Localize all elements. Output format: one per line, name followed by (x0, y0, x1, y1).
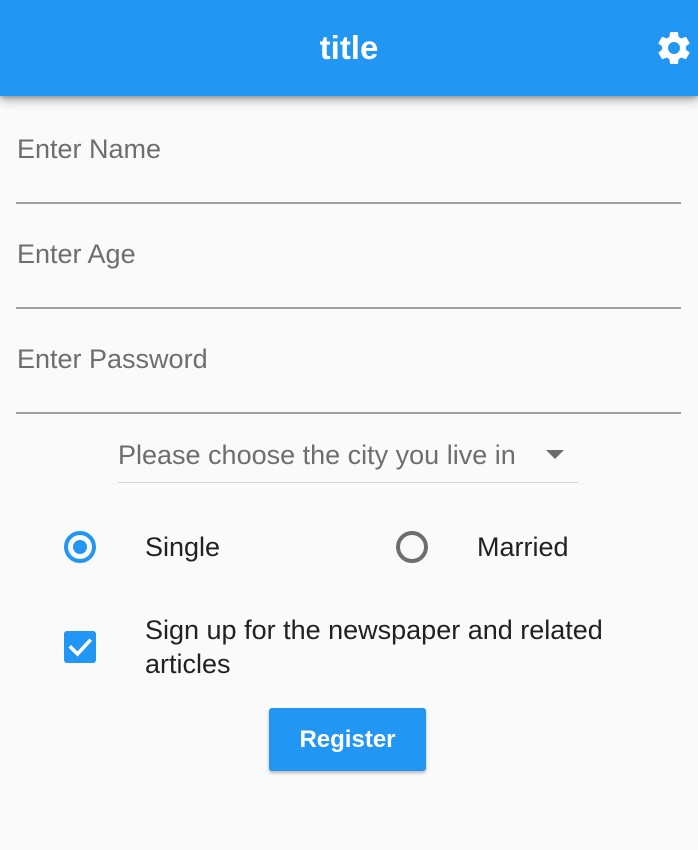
city-dropdown-hint: Please choose the city you live in (118, 440, 516, 470)
password-input[interactable] (16, 328, 681, 412)
newsletter-label: Sign up for the newspaper and related ar… (145, 615, 603, 679)
register-button[interactable]: Register (269, 708, 426, 771)
settings-button[interactable] (654, 28, 694, 68)
app-bar-title: title (319, 29, 379, 66)
radio-single-label: Single (145, 532, 221, 562)
check-icon (68, 638, 93, 657)
radio-married[interactable] (396, 531, 428, 563)
caret-down-icon (546, 450, 564, 459)
radio-single[interactable] (64, 531, 96, 563)
app-bar: title (0, 0, 698, 96)
gear-icon (658, 32, 690, 64)
radio-married-label: Married (477, 532, 569, 562)
newsletter-checkbox[interactable] (64, 631, 96, 663)
age-field (16, 223, 681, 309)
name-input[interactable] (16, 118, 681, 202)
password-field (16, 328, 681, 414)
name-field (16, 118, 681, 204)
age-input[interactable] (16, 223, 681, 307)
city-dropdown[interactable]: Please choose the city you live in (118, 432, 578, 483)
radio-selected-dot (73, 540, 87, 554)
